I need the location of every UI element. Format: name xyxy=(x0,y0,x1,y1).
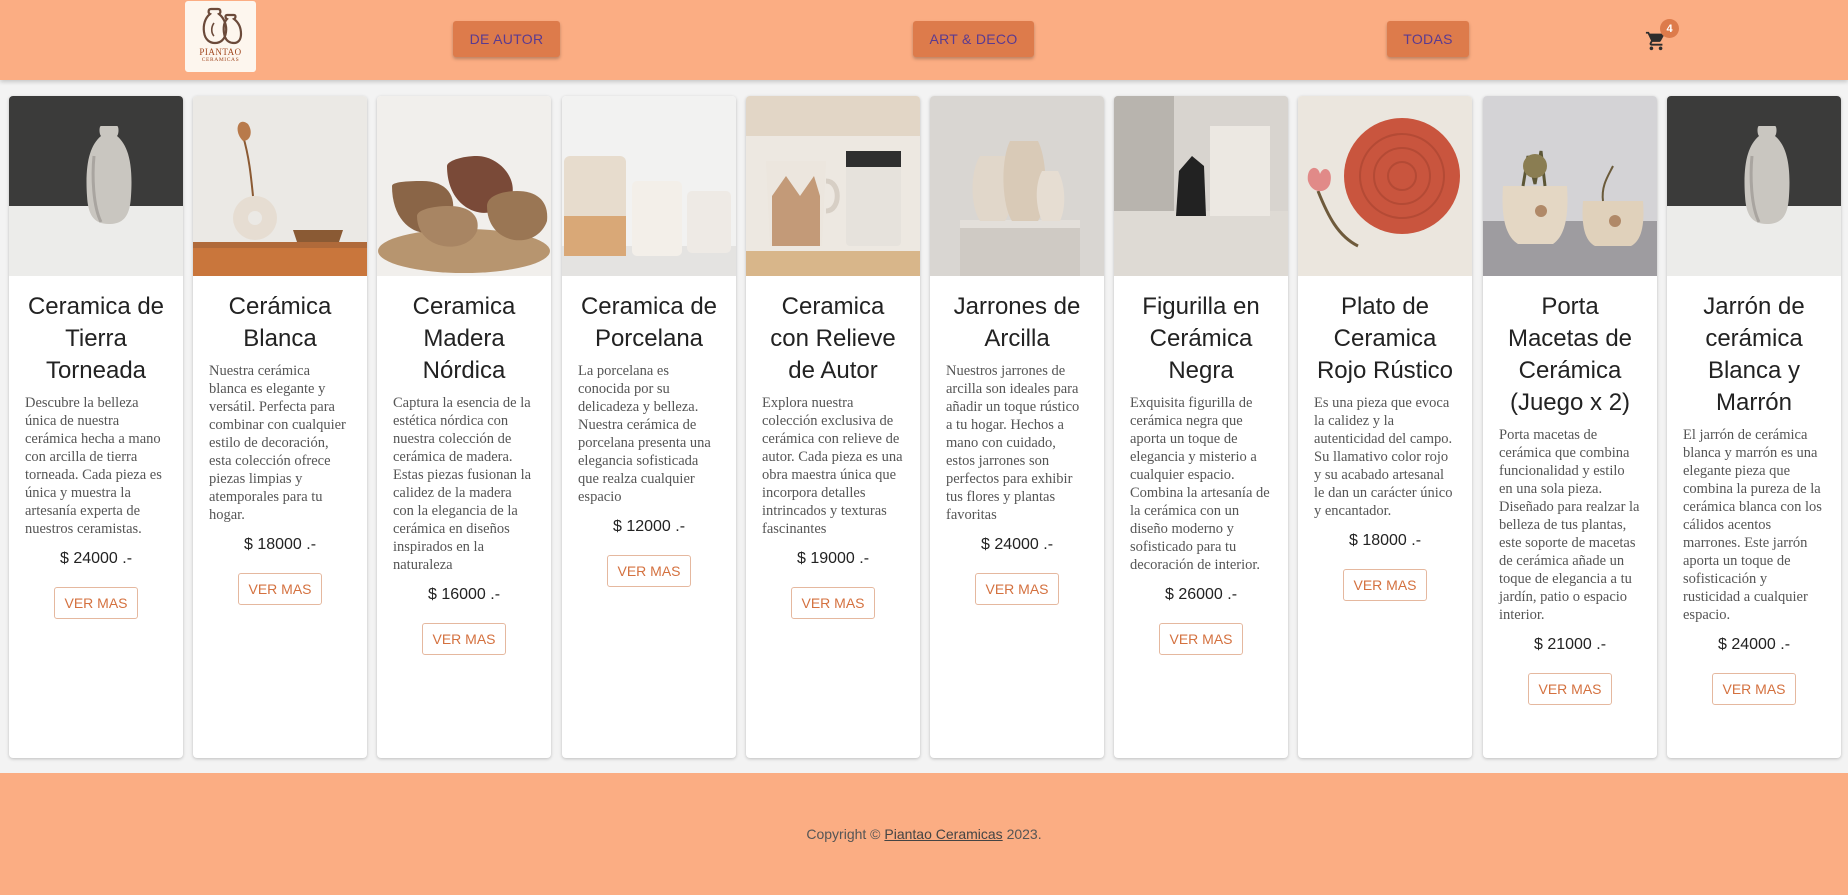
product-description: La porcelana es conocida por su delicade… xyxy=(578,363,711,505)
brand-logo[interactable]: PIANTAO CERAMICAS xyxy=(185,1,256,72)
copyright-year: 2023. xyxy=(1006,826,1042,842)
product-description: Nuestros jarrones de arcilla son ideales… xyxy=(946,363,1080,523)
product-card: Jarrones de Arcilla Nuestros jarrones de… xyxy=(930,96,1104,758)
nav-art-deco-button[interactable]: ART & DECO xyxy=(913,21,1034,57)
product-title: Ceramica Madera Nórdica xyxy=(412,293,516,384)
ver-mas-button[interactable]: VER MAS xyxy=(975,573,1059,605)
product-image xyxy=(1114,96,1288,276)
product-image xyxy=(377,96,551,276)
product-price: $ 18000 .- xyxy=(243,536,317,553)
product-price: $ 18000 .- xyxy=(1348,532,1422,549)
navbar: PIANTAO CERAMICAS DE AUTOR ART & DECO TO… xyxy=(0,0,1848,80)
product-card: Jarrón de cerámica Blanca y Marrón El ja… xyxy=(1667,96,1841,758)
product-image xyxy=(562,96,736,276)
product-card: Ceramica Madera Nórdica Captura la esenc… xyxy=(377,96,551,758)
cart-count-badge: 4 xyxy=(1660,19,1679,38)
product-title: Plato de Ceramica Rojo Rústico xyxy=(1316,293,1454,384)
ver-mas-button[interactable]: VER MAS xyxy=(1343,569,1427,601)
logo-text: PIANTAO xyxy=(199,47,242,57)
product-price: $ 24000 .- xyxy=(980,536,1054,553)
product-card: Porta Macetas de Cerámica (Juego x 2) Po… xyxy=(1483,96,1657,758)
product-image xyxy=(1483,96,1657,276)
piantao-link[interactable]: Piantao Ceramicas xyxy=(884,826,1002,842)
product-title: Porta Macetas de Cerámica (Juego x 2) xyxy=(1507,293,1633,416)
product-title: Figurilla en Cerámica Negra xyxy=(1142,293,1260,384)
product-price: $ 12000 .- xyxy=(612,518,686,535)
nav-todas-button[interactable]: TODAS xyxy=(1387,21,1469,57)
ver-mas-button[interactable]: VER MAS xyxy=(1712,673,1796,705)
product-price: $ 24000 .- xyxy=(59,550,133,567)
product-title: Cerámica Blanca xyxy=(228,293,332,352)
ver-mas-button[interactable]: VER MAS xyxy=(607,555,691,587)
product-title: Ceramica de Porcelana xyxy=(580,293,718,352)
product-description: Nuestra cerámica blanca es elegante y ve… xyxy=(209,363,346,523)
ver-mas-button[interactable]: VER MAS xyxy=(1528,673,1612,705)
product-title: Ceramica con Relieve de Autor xyxy=(770,293,896,384)
product-card: Ceramica de Tierra Torneada Descubre la … xyxy=(9,96,183,758)
copyright-text: Copyright © Piantao Ceramicas 2023. xyxy=(806,826,1041,842)
product-price: $ 21000 .- xyxy=(1533,636,1607,653)
product-card: Figurilla en Cerámica Negra Exquisita fi… xyxy=(1114,96,1288,758)
logo-subtext: CERAMICAS xyxy=(201,57,240,63)
product-description: Descubre la belleza única de nuestra cer… xyxy=(25,395,162,537)
ver-mas-button[interactable]: VER MAS xyxy=(791,587,875,619)
product-description: Explora nuestra colección exclusiva de c… xyxy=(762,395,903,537)
product-image xyxy=(9,96,183,276)
footer: Copyright © Piantao Ceramicas 2023. xyxy=(0,773,1848,895)
product-description: Captura la esencia de la estética nórdic… xyxy=(393,395,532,573)
product-card: Ceramica con Relieve de Autor Explora nu… xyxy=(746,96,920,758)
nav-de-autor-button[interactable]: DE AUTOR xyxy=(453,21,560,57)
product-image xyxy=(930,96,1104,276)
ver-mas-button[interactable]: VER MAS xyxy=(238,573,322,605)
ver-mas-button[interactable]: VER MAS xyxy=(54,587,138,619)
product-card: Plato de Ceramica Rojo Rústico Es una pi… xyxy=(1298,96,1472,758)
ver-mas-button[interactable]: VER MAS xyxy=(1159,623,1243,655)
product-title: Ceramica de Tierra Torneada xyxy=(27,293,165,384)
product-price: $ 26000 .- xyxy=(1164,586,1238,603)
product-price: $ 24000 .- xyxy=(1717,636,1791,653)
product-title: Jarrones de Arcilla xyxy=(953,293,1081,352)
product-image xyxy=(1667,96,1841,276)
product-price: $ 16000 .- xyxy=(427,586,501,603)
vases-logo-icon xyxy=(202,7,242,45)
product-description: Porta macetas de cerámica que combina fu… xyxy=(1499,427,1640,623)
product-card: Ceramica de Porcelana La porcelana es co… xyxy=(562,96,736,758)
product-image xyxy=(746,96,920,276)
product-description: Es una pieza que evoca la calidez y la a… xyxy=(1314,395,1453,519)
product-description: Exquisita figurilla de cerámica negra qu… xyxy=(1130,395,1270,573)
ver-mas-button[interactable]: VER MAS xyxy=(422,623,506,655)
product-description: El jarrón de cerámica blanca y marrón es… xyxy=(1683,427,1822,623)
product-card: Cerámica Blanca Nuestra cerámica blanca … xyxy=(193,96,367,758)
copyright-prefix: Copyright © xyxy=(806,826,881,842)
product-image xyxy=(193,96,367,276)
product-title: Jarrón de cerámica Blanca y Marrón xyxy=(1703,293,1805,416)
product-price: $ 19000 .- xyxy=(796,550,870,567)
product-image xyxy=(1298,96,1472,276)
product-grid: Ceramica de Tierra Torneada Descubre la … xyxy=(0,96,1848,760)
